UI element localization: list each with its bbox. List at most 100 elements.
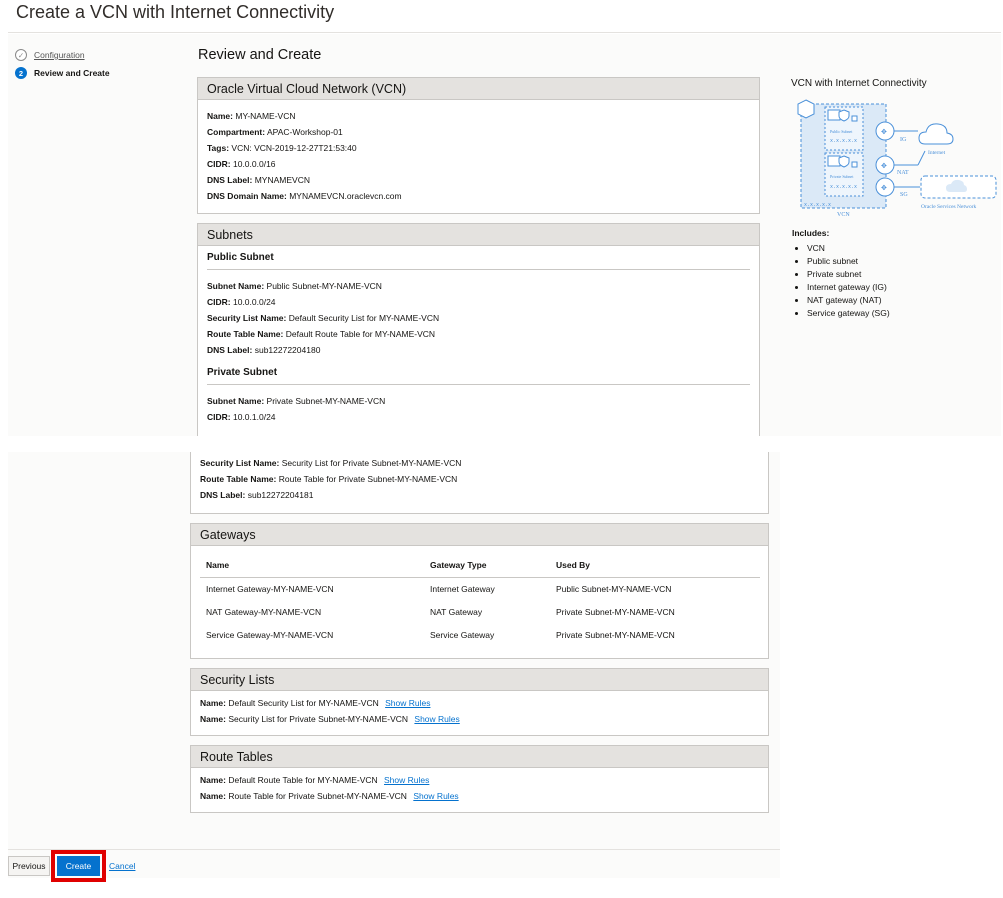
list-item: NAT gateway (NAT)	[792, 294, 890, 307]
show-rules-link[interactable]: Show Rules	[385, 698, 430, 708]
lock-icon	[851, 161, 858, 168]
gateways-card: Gateways Name Gateway Type Used By Inter…	[190, 523, 769, 659]
security-lists-body: Name: Default Security List for MY-NAME-…	[191, 691, 768, 731]
subnets-card-header: Subnets	[198, 224, 759, 246]
vcn-field-name: Name: MY-NAME-VCN	[207, 111, 296, 121]
public-subnet-dns-label: DNS Label: sub12272204180	[207, 345, 321, 355]
gateway-used-by: Private Subnet-MY-NAME-VCN	[556, 630, 675, 640]
public-subnet-name: Subnet Name: Public Subnet-MY-NAME-VCN	[207, 281, 382, 291]
route-table-item: Name: Default Route Table for MY-NAME-VC…	[200, 775, 430, 785]
list-item: Public subnet	[792, 255, 890, 268]
gateway-name: Service Gateway-MY-NAME-VCN	[206, 630, 334, 640]
table-row: NAT Gateway-MY-NAME-VCN NAT Gateway Priv…	[200, 601, 760, 624]
list-item: Service gateway (SG)	[792, 307, 890, 320]
gateways-table: Name Gateway Type Used By Internet Gatew…	[200, 554, 760, 647]
route-tables-card: Route Tables Name: Default Route Table f…	[190, 745, 769, 813]
step-review-and-create: 2 Review and Create	[15, 64, 110, 82]
private-subnet-label: Private Subnet	[830, 174, 854, 179]
table-header-row: Name Gateway Type Used By	[200, 554, 760, 578]
wizard-steps: ✓ Configuration 2 Review and Create	[15, 46, 110, 82]
public-subnet-security-list: Security List Name: Default Security Lis…	[207, 313, 440, 323]
nat-to-internet-line	[917, 150, 926, 166]
security-lists-card-header: Security Lists	[191, 669, 768, 691]
vcn-field-dns-domain: DNS Domain Name: MYNAMEVCN.oraclevcn.com	[207, 191, 402, 201]
public-subnet-route-table: Route Table Name: Default Route Table fo…	[207, 329, 436, 339]
nat-label: NAT	[897, 170, 909, 176]
subnets-continued-body: Security List Name: Security List for Pr…	[191, 452, 768, 506]
gateway-name: NAT Gateway-MY-NAME-VCN	[206, 607, 322, 617]
gateway-type: Service Gateway	[430, 630, 495, 640]
previous-button[interactable]: Previous	[8, 856, 50, 876]
content-panel-bottom	[8, 452, 780, 878]
shield-icon	[838, 109, 850, 122]
title-divider	[8, 32, 1001, 33]
screenshot-gap	[0, 436, 1003, 452]
gateway-name: Internet Gateway-MY-NAME-VCN	[206, 584, 334, 595]
internet-cloud-icon	[918, 123, 954, 145]
column-header-gateway-type: Gateway Type	[424, 554, 550, 578]
create-button[interactable]: Create	[57, 856, 100, 876]
step-review-label: Review and Create	[34, 68, 110, 78]
public-subnet-title: Public Subnet	[207, 252, 274, 263]
list-item: Internet gateway (IG)	[792, 281, 890, 294]
column-header-used-by: Used By	[550, 554, 760, 578]
footer-divider	[8, 849, 780, 850]
vcn-card-header: Oracle Virtual Cloud Network (VCN)	[198, 78, 759, 100]
gateway-glyph: ✥	[881, 162, 887, 170]
private-subnet-dns-label: DNS Label: sub12272204181	[200, 490, 314, 500]
private-subnet-name: Subnet Name: Private Subnet-MY-NAME-VCN	[207, 396, 386, 406]
table-row: Service Gateway-MY-NAME-VCN Service Gate…	[200, 624, 760, 647]
show-rules-link[interactable]: Show Rules	[414, 714, 459, 724]
vcn-field-compartment: Compartment: APAC-Workshop-01	[207, 127, 343, 137]
divider	[207, 269, 750, 270]
security-list-item: Name: Security List for Private Subnet-M…	[200, 714, 460, 724]
subnets-body: Public Subnet Subnet Name: Public Subnet…	[198, 252, 759, 425]
sg-label: SG	[900, 192, 908, 198]
private-subnet-cidr-placeholder: x.x.x.x.x	[830, 184, 857, 190]
gateway-used-by: Public Subnet-MY-NAME-VCN	[556, 584, 672, 595]
vcn-field-tags: Tags: VCN: VCN-2019-12-27T21:53:40	[207, 143, 357, 153]
vcn-card: Oracle Virtual Cloud Network (VCN) Name:…	[197, 77, 760, 214]
gateways-card-header: Gateways	[191, 524, 768, 546]
security-list-item: Name: Default Security List for MY-NAME-…	[200, 698, 431, 708]
list-item: VCN	[792, 242, 890, 255]
show-rules-link[interactable]: Show Rules	[384, 775, 429, 785]
table-row: Internet Gateway-MY-NAME-VCN Internet Ga…	[200, 578, 760, 601]
section-heading: Review and Create	[198, 47, 322, 63]
osn-label: Oracle Services Network	[921, 204, 977, 210]
private-subnet-title: Private Subnet	[207, 367, 278, 378]
private-subnet-security-list: Security List Name: Security List for Pr…	[200, 458, 462, 468]
ig-label: IG	[900, 137, 907, 143]
subnets-card-continued: Security List Name: Security List for Pr…	[190, 452, 769, 514]
subnets-card: Subnets Public Subnet Subnet Name: Publi…	[197, 223, 760, 436]
gateway-type: NAT Gateway	[430, 607, 483, 617]
route-tables-body: Name: Default Route Table for MY-NAME-VC…	[191, 768, 768, 808]
internet-label: Internet	[928, 150, 946, 156]
includes-list: VCN Public subnet Private subnet Interne…	[792, 242, 890, 320]
gateway-glyph: ✥	[881, 128, 887, 136]
vcn-icon	[797, 99, 815, 119]
vcn-field-dns-label: DNS Label: MYNAMEVCN	[207, 175, 310, 185]
vcn-architecture-diagram: Public Subnet x.x.x.x.x Private Subnet x…	[797, 99, 997, 218]
step-number-badge: 2	[15, 67, 27, 79]
step-configuration-link[interactable]: Configuration	[34, 50, 85, 60]
vcn-fields: Name: MY-NAME-VCN Compartment: APAC-Work…	[198, 100, 759, 212]
gateway-type: Internet Gateway	[430, 584, 495, 595]
route-table-item: Name: Route Table for Private Subnet-MY-…	[200, 791, 459, 801]
check-icon: ✓	[15, 49, 27, 61]
step-configuration[interactable]: ✓ Configuration	[15, 46, 110, 64]
gateway-used-by: Private Subnet-MY-NAME-VCN	[556, 607, 675, 617]
private-subnet-route-table: Route Table Name: Route Table for Privat…	[200, 474, 458, 484]
route-tables-card-header: Route Tables	[191, 746, 768, 768]
private-subnet-cidr: CIDR: 10.0.1.0/24	[207, 412, 276, 422]
show-rules-link[interactable]: Show Rules	[413, 791, 458, 801]
public-subnet-label: Public Subnet	[830, 129, 853, 134]
page-title: Create a VCN with Internet Connectivity	[16, 2, 335, 22]
includes-section: Includes: VCN Public subnet Private subn…	[792, 228, 890, 320]
private-subnet-icon	[827, 155, 841, 167]
includes-label: Includes:	[792, 228, 830, 238]
lock-icon	[851, 115, 858, 122]
diagram-title: VCN with Internet Connectivity	[791, 78, 927, 89]
divider	[207, 384, 750, 385]
cancel-link[interactable]: Cancel	[109, 861, 135, 871]
